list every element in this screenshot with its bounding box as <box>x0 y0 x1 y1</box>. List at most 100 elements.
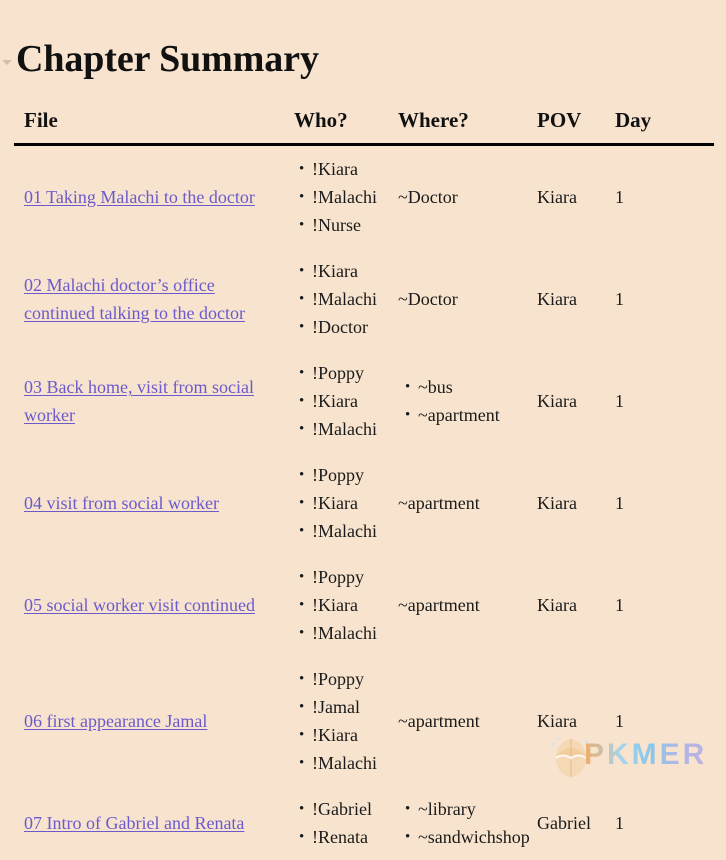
who-list-item: !Poppy <box>312 359 398 387</box>
chevron-down-icon[interactable] <box>2 60 12 65</box>
page-title: Chapter Summary <box>16 36 319 82</box>
where-value: ~apartment <box>398 711 480 731</box>
cell-day: 1 <box>615 554 714 656</box>
cell-who: !Poppy!Jamal!Kiara!Malachi <box>292 656 398 786</box>
cell-pov: Kiara <box>537 554 615 656</box>
cell-where: ~Doctor <box>398 145 537 249</box>
cell-pov: Kiara <box>537 145 615 249</box>
cell-pov: Kiara <box>537 350 615 452</box>
cell-day: 1 <box>615 786 714 860</box>
table-row: 02 Malachi doctor’s office continued tal… <box>14 248 714 350</box>
table-row: 07 Intro of Gabriel and Renata !Gabriel!R… <box>14 786 714 860</box>
day-value: 1 <box>615 289 624 309</box>
who-list-item: !Malachi <box>312 749 398 777</box>
cell-day: 1 <box>615 452 714 554</box>
day-value: 1 <box>615 813 624 833</box>
who-list: !Poppy!Jamal!Kiara!Malachi <box>292 665 398 777</box>
file-link[interactable]: 05 social worker visit continued <box>24 595 255 615</box>
who-list: !Kiara!Malachi!Nurse <box>292 155 398 239</box>
pov-value: Kiara <box>537 711 577 731</box>
cell-day: 1 <box>615 350 714 452</box>
cell-where: ~Doctor <box>398 248 537 350</box>
day-value: 1 <box>615 595 624 615</box>
cell-pov: Gabriel <box>537 786 615 860</box>
who-list-item: !Poppy <box>312 665 398 693</box>
table-row: 06 first appearance Jamal !Poppy!Jamal!Ki… <box>14 656 714 786</box>
table-body: 01 Taking Malachi to the doctor!Kiara!Ma… <box>14 145 714 860</box>
cell-file: 06 first appearance Jamal <box>14 656 292 786</box>
who-list-item: !Kiara <box>312 155 398 183</box>
where-list-item: ~sandwichshop <box>418 823 537 851</box>
cell-pov: Kiara <box>537 452 615 554</box>
who-list-item: !Doctor <box>312 313 398 341</box>
table-row: 01 Taking Malachi to the doctor !Kiara!Ma… <box>14 145 714 249</box>
who-list-item: !Poppy <box>312 461 398 489</box>
where-list-item: ~apartment <box>418 401 537 429</box>
who-list-item: !Kiara <box>312 591 398 619</box>
who-list-item: !Kiara <box>312 489 398 517</box>
file-link[interactable]: 02 Malachi doctor’s office continued tal… <box>24 275 245 323</box>
who-list: !Poppy!Kiara!Malachi <box>292 461 398 545</box>
day-value: 1 <box>615 711 624 731</box>
cell-day: 1 <box>615 248 714 350</box>
cell-file: 02 Malachi doctor’s office continued tal… <box>14 248 292 350</box>
pov-value: Kiara <box>537 595 577 615</box>
file-link[interactable]: 04 visit from social worker <box>24 493 219 513</box>
table-header-row: File Who? Where? POV Day <box>14 106 714 145</box>
who-list: !Poppy!Kiara!Malachi <box>292 359 398 443</box>
who-list-item: !Malachi <box>312 517 398 545</box>
column-header-where[interactable]: Where? <box>398 106 537 145</box>
cell-who: !Kiara!Malachi!Nurse <box>292 145 398 249</box>
column-header-day[interactable]: Day <box>615 106 714 145</box>
who-list-item: !Malachi <box>312 619 398 647</box>
cell-file: 07 Intro of Gabriel and Renata <box>14 786 292 860</box>
day-value: 1 <box>615 391 624 411</box>
cell-where: ~library~sandwichshop <box>398 786 537 860</box>
where-list: ~bus~apartment <box>398 373 537 429</box>
pov-value: Kiara <box>537 187 577 207</box>
file-link[interactable]: 01 Taking Malachi to the doctor <box>24 187 255 207</box>
file-link[interactable]: 07 Intro of Gabriel and Renata <box>24 813 244 833</box>
who-list: !Poppy!Kiara!Malachi <box>292 563 398 647</box>
document-page: Chapter Summary File Who? Where? POV Day… <box>0 0 726 796</box>
day-value: 1 <box>615 493 624 513</box>
column-header-pov[interactable]: POV <box>537 106 615 145</box>
cell-who: !Kiara!Malachi!Doctor <box>292 248 398 350</box>
cell-where: ~apartment <box>398 554 537 656</box>
heading-row: Chapter Summary <box>0 36 726 84</box>
pov-value: Kiara <box>537 289 577 309</box>
who-list-item: !Jamal <box>312 693 398 721</box>
file-link[interactable]: 03 Back home, visit from social worker <box>24 377 254 425</box>
cell-file: 04 visit from social worker <box>14 452 292 554</box>
who-list-item: !Malachi <box>312 183 398 211</box>
who-list-item: !Kiara <box>312 721 398 749</box>
where-list-item: ~library <box>418 795 537 823</box>
table-row: 04 visit from social worker !Poppy!Kiara!… <box>14 452 714 554</box>
who-list: !Gabriel!Renata <box>292 795 398 851</box>
cell-who: !Poppy!Kiara!Malachi <box>292 350 398 452</box>
table-row: 03 Back home, visit from social worker !P… <box>14 350 714 452</box>
who-list-item: !Malachi <box>312 415 398 443</box>
who-list-item: !Kiara <box>312 387 398 415</box>
pov-value: Gabriel <box>537 813 591 833</box>
where-value: ~Doctor <box>398 187 458 207</box>
who-list-item: !Malachi <box>312 285 398 313</box>
where-value: ~Doctor <box>398 289 458 309</box>
cell-day: 1 <box>615 656 714 786</box>
cell-file: 01 Taking Malachi to the doctor <box>14 145 292 249</box>
day-value: 1 <box>615 187 624 207</box>
pov-value: Kiara <box>537 391 577 411</box>
who-list-item: !Renata <box>312 823 398 851</box>
where-value: ~apartment <box>398 493 480 513</box>
column-header-file[interactable]: File <box>14 106 292 145</box>
who-list-item: !Nurse <box>312 211 398 239</box>
cell-pov: Kiara <box>537 656 615 786</box>
file-link[interactable]: 06 first appearance Jamal <box>24 711 207 731</box>
column-header-who[interactable]: Who? <box>292 106 398 145</box>
cell-pov: Kiara <box>537 248 615 350</box>
cell-where: ~bus~apartment <box>398 350 537 452</box>
cell-file: 05 social worker visit continued <box>14 554 292 656</box>
cell-file: 03 Back home, visit from social worker <box>14 350 292 452</box>
who-list: !Kiara!Malachi!Doctor <box>292 257 398 341</box>
table-row: 05 social worker visit continued !Poppy!K… <box>14 554 714 656</box>
